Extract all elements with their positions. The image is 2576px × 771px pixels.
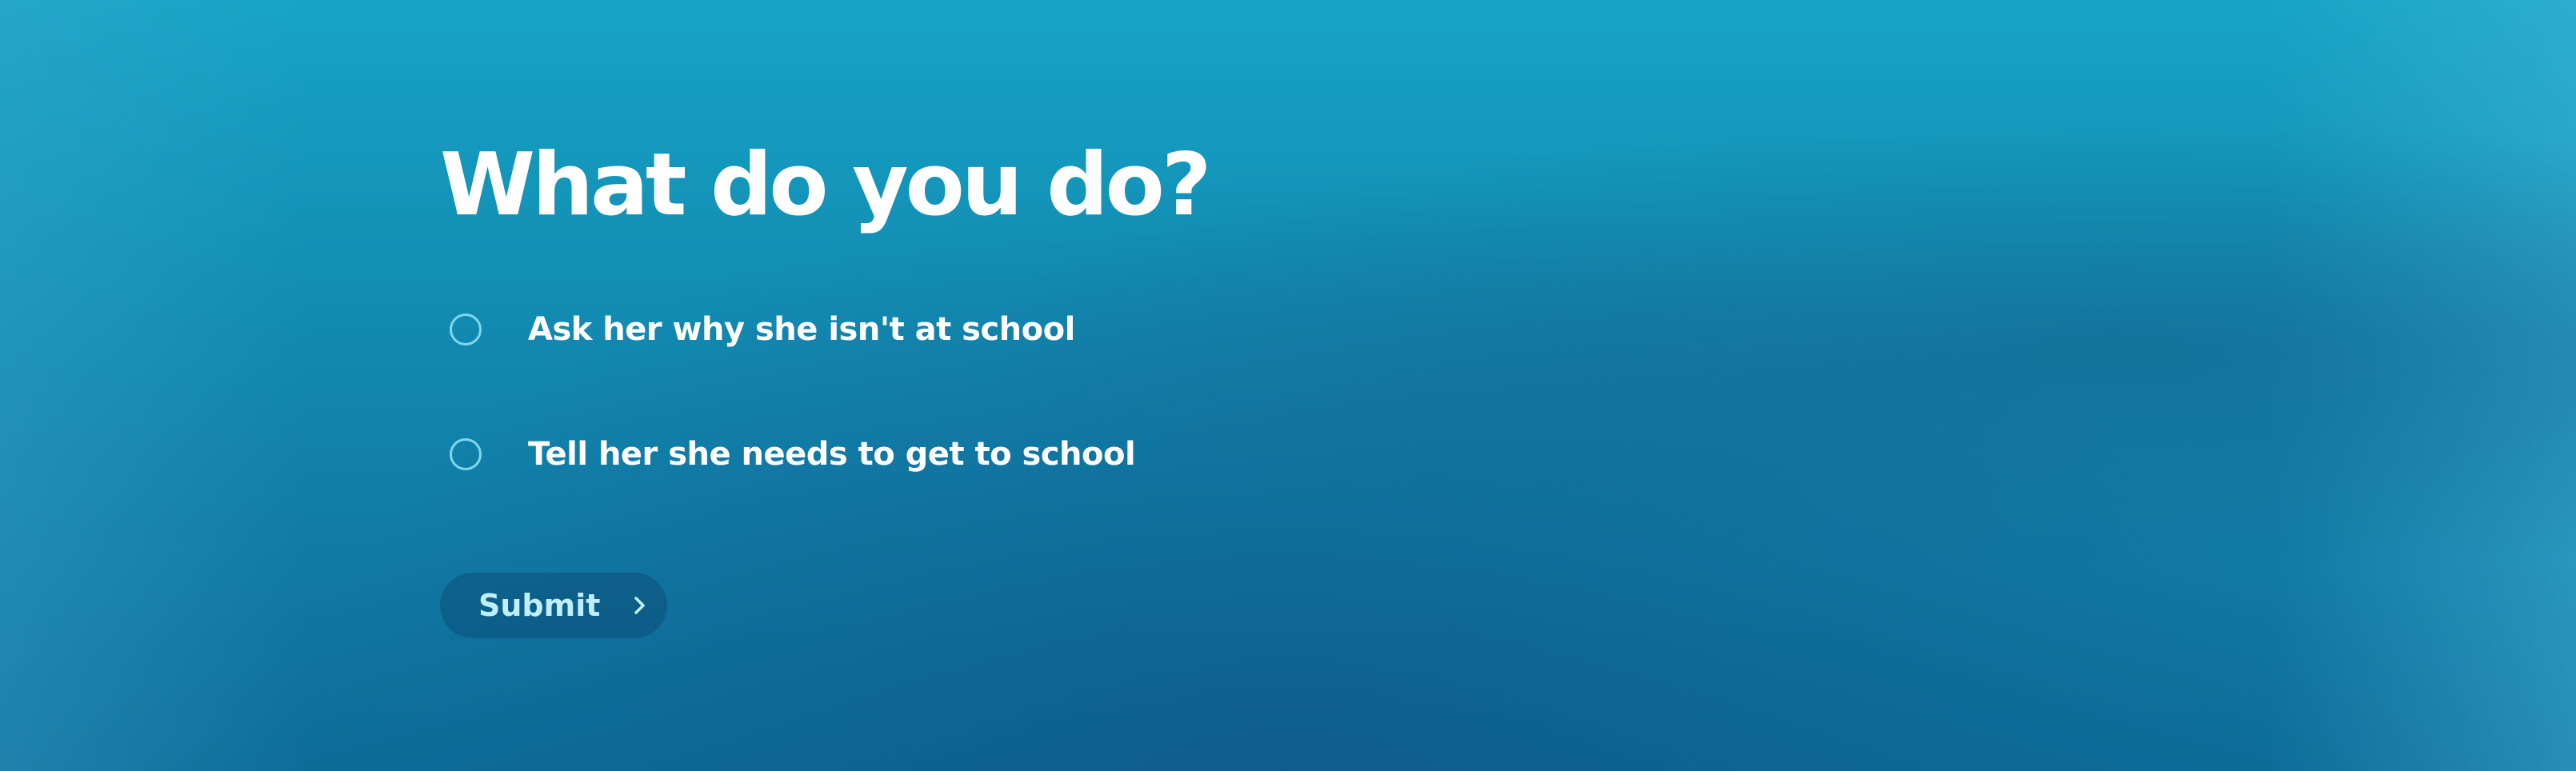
answer-option-ask-why[interactable]: Ask her why she isn't at school (440, 306, 1720, 354)
submit-label: Submit (478, 588, 601, 623)
option-label: Tell her she needs to get to school (528, 436, 1136, 473)
radio-button[interactable] (450, 438, 482, 470)
option-label: Ask her why she isn't at school (528, 311, 1075, 348)
radio-button[interactable] (450, 314, 482, 346)
answer-options: Ask her why she isn't at school Tell her… (440, 306, 1720, 478)
question-panel: What do you do? Ask her why she isn't at… (440, 135, 1720, 638)
submit-button[interactable]: Submit (440, 573, 667, 638)
question-title: What do you do? (440, 135, 1211, 235)
answer-option-tell-her[interactable]: Tell her she needs to get to school (440, 430, 1720, 478)
chevron-right-icon (634, 597, 646, 614)
